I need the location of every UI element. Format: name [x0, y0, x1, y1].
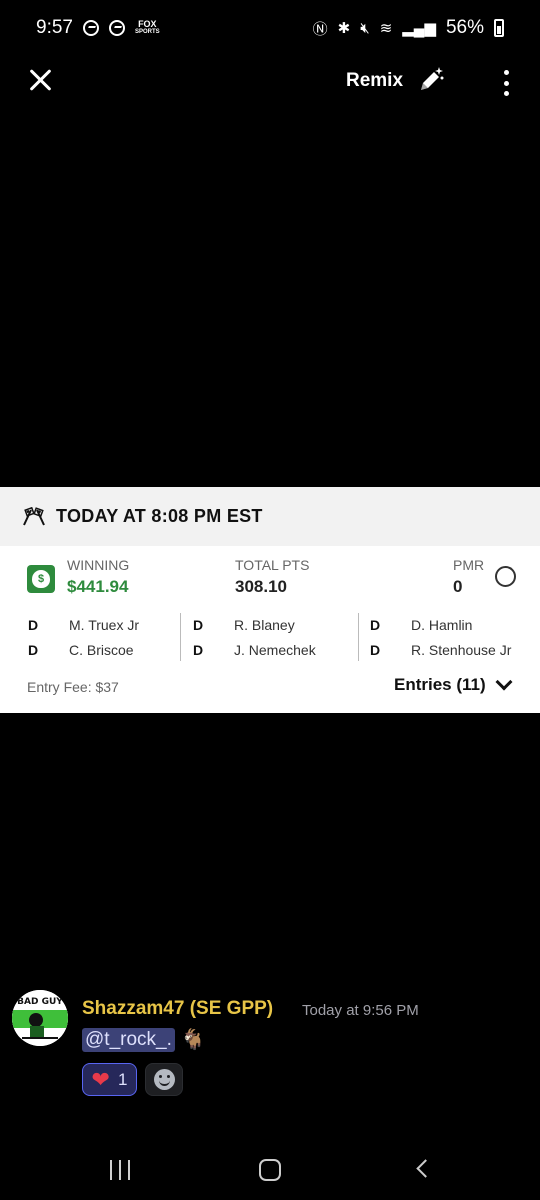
media-toolbar: Remix [0, 56, 540, 112]
smiley-icon [153, 1069, 175, 1090]
message-timestamp: Today at 9:56 PM [302, 1002, 419, 1019]
money-bag-icon: $ [27, 565, 55, 593]
contest-card[interactable]: TODAY AT 8:08 PM EST $ WINNING $441.94 T… [0, 487, 540, 713]
nfc-icon: Ⓝ [312, 20, 328, 38]
card-header: TODAY AT 8:08 PM EST [0, 487, 540, 546]
stats-row: $ WINNING $441.94 TOTAL PTS 308.10 PMR 0 [0, 557, 540, 601]
driver-position: D [370, 642, 381, 658]
winning-label: WINNING [67, 557, 130, 573]
status-bar: 9:57 FOX SPORTS Ⓝ ✱ 🔇︎ ≋ ▂▄▆ 56% [0, 0, 540, 56]
pmr-value: 0 [453, 577, 463, 596]
checkered-flags-icon [23, 506, 45, 525]
avatar[interactable]: BAD GUY [12, 990, 68, 1046]
status-time: 9:57 [36, 17, 73, 38]
pencil-sparkle-icon [421, 67, 444, 90]
fox-line-2: SPORTS [134, 29, 160, 35]
message-body: @t_rock_. 🐐 [82, 1027, 206, 1052]
fox-sports-icon: FOX SPORTS [135, 20, 160, 36]
mute-icon: 🔇︎ [360, 19, 370, 37]
total-pts-stat: TOTAL PTS 308.10 [235, 557, 309, 597]
system-nav-bar [0, 1140, 540, 1200]
home-icon[interactable] [259, 1159, 281, 1181]
goat-emoji-icon: 🐐 [180, 1029, 206, 1051]
reaction-count: 1 [117, 1069, 128, 1089]
winning-stat: WINNING $441.94 [67, 557, 129, 597]
driver-position: D [370, 617, 381, 633]
driver-position: D [28, 642, 39, 658]
pmr-label: PMR [453, 557, 485, 573]
total-pts-label: TOTAL PTS [235, 557, 310, 573]
column-divider [180, 613, 181, 661]
battery-icon [494, 19, 504, 37]
entries-label: Entries (11) [394, 675, 486, 694]
messenger-icon [82, 20, 99, 36]
close-icon[interactable] [26, 66, 54, 94]
card-footer: Entry Fee: $37 Entries (11) [0, 673, 540, 699]
driver-position: D [193, 642, 204, 658]
entry-fee: Entry Fee: $37 [27, 679, 119, 695]
heart-icon: ❤ [91, 1066, 110, 1092]
driver-position: D [28, 617, 39, 633]
more-options-icon[interactable] [504, 70, 510, 96]
winning-value: $441.94 [67, 577, 129, 596]
fox-line-1: FOX [138, 19, 157, 29]
heart-reaction-button[interactable]: ❤ 1 [82, 1063, 137, 1096]
messenger-icon [108, 20, 125, 36]
driver-name: R. Blaney [234, 617, 295, 633]
remix-label: Remix [346, 70, 404, 91]
driver-name: C. Briscoe [69, 642, 134, 658]
recents-icon[interactable] [110, 1160, 130, 1180]
bluetooth-icon: ✱ [337, 20, 351, 37]
driver-name: R. Stenhouse Jr [411, 642, 512, 658]
pmr-circle-icon [495, 566, 516, 587]
pmr-stat: PMR 0 [453, 557, 484, 597]
contest-time-title: TODAY AT 8:08 PM EST [56, 506, 263, 526]
add-reaction-button[interactable] [145, 1063, 183, 1096]
driver-name: J. Nemechek [234, 642, 316, 658]
driver-name: D. Hamlin [411, 617, 473, 633]
driver-name: M. Truex Jr [69, 617, 140, 633]
driver-position: D [193, 617, 204, 633]
column-divider [358, 613, 359, 661]
message-author[interactable]: Shazzam47 (SE GPP) [82, 998, 273, 1020]
remix-button[interactable]: Remix [346, 66, 445, 96]
reactions-bar: ❤ 1 [82, 1063, 183, 1096]
user-mention[interactable]: @t_rock_. [82, 1027, 175, 1052]
back-icon[interactable] [416, 1159, 435, 1178]
wifi-icon: ≋ [379, 20, 393, 37]
entries-dropdown-button[interactable]: Entries (11) [394, 673, 513, 695]
avatar-image: BAD GUY [12, 990, 68, 1046]
battery-percent: 56% [445, 17, 484, 38]
total-pts-value: 308.10 [235, 577, 287, 596]
svg-text:BAD GUY: BAD GUY [17, 997, 63, 1007]
signal-icon: ▂▄▆ [402, 20, 436, 37]
chevron-down-icon [495, 673, 513, 691]
